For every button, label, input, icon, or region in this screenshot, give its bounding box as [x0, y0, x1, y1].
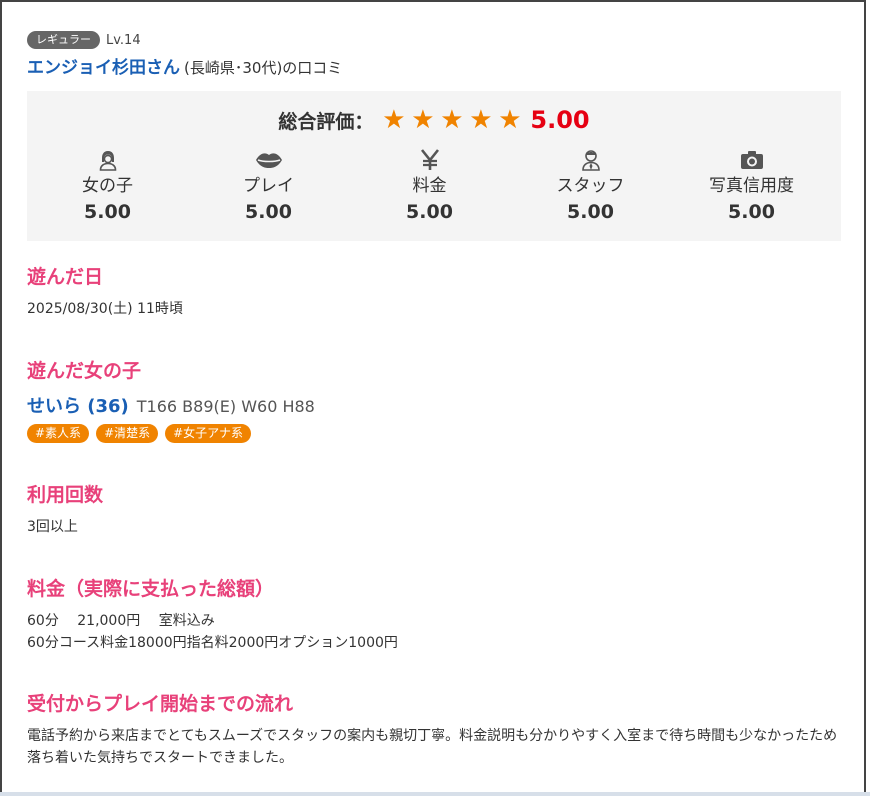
star-icon: ★: [411, 105, 435, 135]
girl-stats: T166 B89(E) W60 H88: [136, 397, 315, 416]
bottom-divider: [0, 792, 870, 796]
visit-date-title: 遊んだ日: [27, 266, 104, 288]
star-icon: ★: [469, 105, 493, 135]
rating-box: 総合評価： ★ ★ ★ ★ ★ 5.00 女の子 5.00 プレイ 5.00 料…: [27, 91, 841, 241]
reviewer-rank: レギュラー Lv.14: [27, 30, 841, 50]
flow-title: 受付からプレイ開始までの流れ: [27, 693, 294, 715]
tag-badge[interactable]: #女子アナ系: [165, 424, 251, 443]
category-price: 料金 5.00: [349, 147, 510, 225]
category-score: 5.00: [84, 201, 131, 223]
girl-name[interactable]: せいら (36): [27, 392, 129, 418]
star-icon: ★: [440, 105, 464, 135]
category-ratings: 女の子 5.00 プレイ 5.00 料金 5.00 スタッフ 5.00 写真信用…: [27, 147, 841, 225]
tag-badge[interactable]: #清楚系: [96, 424, 159, 443]
category-girl: 女の子 5.00: [27, 147, 188, 225]
yen-icon: [349, 147, 510, 173]
girl-icon: [27, 147, 188, 173]
category-label: 写真信用度: [709, 176, 794, 196]
category-score: 5.00: [728, 201, 775, 223]
category-label: 女の子: [82, 176, 133, 196]
overall-rating: 総合評価： ★ ★ ★ ★ ★ 5.00: [27, 105, 841, 135]
category-score: 5.00: [406, 201, 453, 223]
usage-title: 利用回数: [27, 484, 104, 506]
usage-text: 3回以上: [27, 519, 78, 535]
star-icon: ★: [382, 105, 406, 135]
girl-info: せいら (36) T166 B89(E) W60 H88: [27, 392, 841, 418]
star-rating: ★ ★ ★ ★ ★: [379, 106, 524, 134]
camera-icon: [671, 147, 832, 173]
price-line-2: 60分コース料金18000円指名料2000円オプション1000円: [27, 635, 398, 651]
category-score: 5.00: [567, 201, 614, 223]
reviewer-name-link[interactable]: エンジョイ杉田さん: [27, 53, 180, 78]
reviewer-meta: (長崎県･30代)の口コミ: [184, 59, 343, 77]
visit-date-text: 2025/08/30(土) 11時頃: [27, 301, 183, 317]
girl-tags: #素人系 #清楚系 #女子アナ系: [27, 424, 841, 443]
lips-icon: [188, 147, 349, 173]
price-title: 料金（実際に支払った総額）: [27, 578, 275, 600]
category-staff: スタッフ 5.00: [510, 147, 671, 225]
overall-score: 5.00: [530, 106, 590, 134]
girl-section-title: 遊んだ女の子: [27, 360, 142, 382]
overall-label: 総合評価：: [278, 110, 374, 133]
reviewer-line: エンジョイ杉田さん (長崎県･30代)の口コミ: [27, 53, 841, 78]
star-icon: ★: [498, 105, 522, 135]
category-label: 料金: [412, 176, 447, 196]
price-line-1: 60分 21,000円 室料込み: [27, 613, 215, 629]
tag-badge[interactable]: #素人系: [27, 424, 90, 443]
category-label: スタッフ: [556, 176, 625, 196]
category-label: プレイ: [243, 176, 294, 196]
reviewer-level: Lv.14: [106, 32, 141, 48]
flow-text: 電話予約から来店までとてもスムーズでスタッフの案内も親切丁寧。料金説明も分かりや…: [27, 728, 838, 766]
staff-icon: [510, 147, 671, 173]
category-play: プレイ 5.00: [188, 147, 349, 225]
rank-badge: レギュラー: [27, 31, 100, 49]
review-content: レギュラー Lv.14 エンジョイ杉田さん (長崎県･30代)の口コミ 総合評価…: [27, 30, 841, 769]
category-score: 5.00: [245, 201, 292, 223]
category-photo-reliability: 写真信用度 5.00: [671, 147, 832, 225]
